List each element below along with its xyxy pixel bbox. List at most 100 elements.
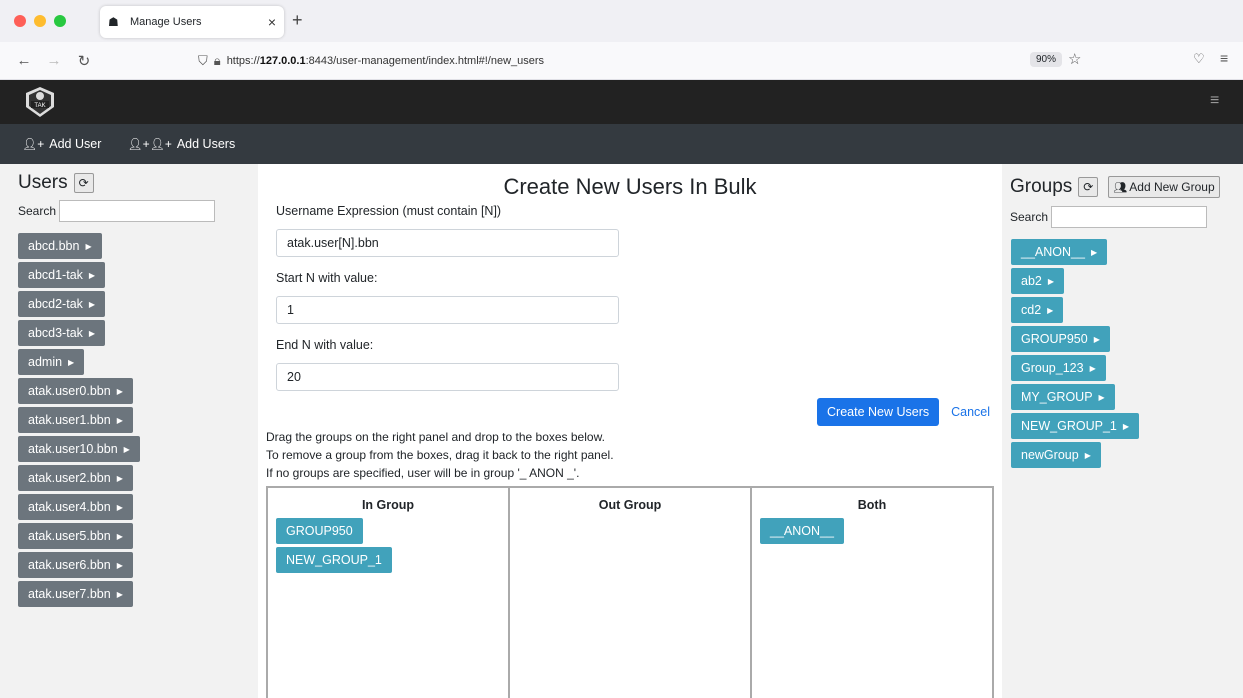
caret-right-icon: ▶: [116, 560, 123, 570]
main-area: Users ⟳ Search abcd.bbn ▶ abcd1-tak ▶ abcd…: [0, 164, 1243, 698]
users-search-input[interactable]: [59, 200, 216, 222]
users-search: Search: [18, 200, 258, 222]
out-group-title: Out Group: [598, 498, 662, 512]
user-item[interactable]: abcd3-tak ▶: [18, 320, 106, 346]
groups-header: Groups ⟳ 👥︎ Add New Group: [1010, 176, 1243, 198]
group-drop-boxes: In Group GROUP950 NEW_GROUP_1 Out Group …: [266, 486, 994, 698]
user-item-label: atak.user1.bbn: [28, 413, 111, 427]
username-expression-label: Username Expression (must contain [N]): [276, 204, 502, 218]
in-group-dropzone[interactable]: In Group GROUP950 NEW_GROUP_1: [268, 488, 510, 698]
drag-instructions: Drag the groups on the right panel and d…: [266, 428, 614, 482]
instruction-line: If no groups are specified, user will be…: [266, 466, 580, 480]
group-item-label: MY_GROUP: [1021, 390, 1093, 404]
lock-icon[interactable]: 🔒︎: [214, 53, 221, 69]
both-group-chip[interactable]: __ANON__: [760, 518, 844, 544]
reload-icon[interactable]: ↻: [72, 52, 96, 70]
user-item-label: atak.user10.bbn: [28, 442, 118, 456]
user-item-label: abcd1-tak: [28, 268, 83, 282]
app-subnav: 👤︎+ Add User 👤︎+👤︎+ Add Users: [0, 124, 1243, 164]
create-new-users-button[interactable]: Create New Users: [817, 398, 940, 426]
caret-right-icon: ▶: [88, 299, 96, 309]
users-search-label: Search: [18, 204, 57, 218]
user-item[interactable]: atak.user5.bbn ▶: [18, 523, 133, 549]
back-arrow-icon[interactable]: ←: [12, 52, 36, 69]
both-items: __ANON__: [760, 518, 992, 544]
start-n-input[interactable]: 1: [276, 296, 619, 324]
user-item-label: atak.user2.bbn: [28, 471, 111, 485]
cancel-link[interactable]: Cancel: [951, 405, 990, 419]
group-item[interactable]: ab2 ▶: [1011, 268, 1065, 294]
user-item[interactable]: admin ▶: [18, 349, 85, 375]
page-title: Create New Users In Bulk: [503, 174, 757, 199]
bookmark-star-icon[interactable]: ☆: [1068, 50, 1081, 68]
in-group-chip[interactable]: GROUP950: [276, 518, 363, 544]
user-item[interactable]: abcd1-tak ▶: [18, 262, 106, 288]
out-group-dropzone[interactable]: Out Group: [510, 488, 752, 698]
tak-logo-icon[interactable]: TAK: [22, 85, 58, 119]
users-plus-icon: 👤︎+👤︎+: [127, 137, 172, 151]
new-tab-button[interactable]: +: [292, 10, 303, 31]
url-bar[interactable]: ⛉ 🔒︎ https://127.0.0.1:8443/user-managem…: [198, 46, 1090, 76]
user-item[interactable]: atak.user2.bbn ▶: [18, 465, 133, 491]
tab-close-icon[interactable]: ×: [268, 14, 276, 30]
group-item[interactable]: MY_GROUP ▶: [1011, 384, 1115, 410]
both-dropzone[interactable]: Both __ANON__: [752, 488, 992, 698]
caret-right-icon: ▶: [85, 241, 92, 251]
browser-tab[interactable]: ☗ Manage Users ×: [100, 6, 284, 38]
url-path: :8443/user-management/index.html#!/new_u…: [305, 55, 545, 67]
groups-refresh-icon[interactable]: ⟳: [1078, 177, 1099, 197]
users-icon: 👥︎: [1113, 181, 1128, 194]
add-new-group-label: Add New Group: [1129, 180, 1215, 194]
user-item[interactable]: atak.user6.bbn ▶: [18, 552, 133, 578]
user-item-label: atak.user5.bbn: [28, 529, 111, 543]
nav-add-user-label: Add User: [49, 137, 102, 151]
user-item-label: atak.user4.bbn: [28, 500, 111, 514]
user-item[interactable]: atak.user1.bbn ▶: [18, 407, 133, 433]
caret-right-icon: ▶: [1090, 247, 1098, 257]
bulk-create-form: Create New Users In Bulk Username Expres…: [258, 164, 1002, 698]
close-window-button[interactable]: [14, 15, 26, 27]
nav-add-users-label: Add Users: [176, 137, 236, 151]
caret-right-icon: ▶: [116, 473, 123, 483]
groups-search-input[interactable]: [1051, 206, 1208, 228]
username-expression-input[interactable]: atak.user[N].bbn: [276, 229, 619, 257]
user-item[interactable]: atak.user7.bbn ▶: [18, 581, 133, 607]
user-item-label: atak.user0.bbn: [28, 384, 111, 398]
users-refresh-icon[interactable]: ⟳: [73, 173, 94, 193]
group-item[interactable]: newGroup ▶: [1011, 442, 1101, 468]
nav-add-user[interactable]: 👤︎+ Add User: [22, 137, 101, 151]
group-item[interactable]: NEW_GROUP_1 ▶: [1011, 413, 1140, 439]
window-controls: [0, 15, 96, 27]
user-item[interactable]: atak.user4.bbn ▶: [18, 494, 133, 520]
group-item-label: newGroup: [1021, 448, 1079, 462]
logo-text: TAK: [34, 103, 45, 109]
user-item[interactable]: abcd.bbn ▶: [18, 233, 102, 259]
minimize-window-button[interactable]: [34, 15, 46, 27]
nav-add-users[interactable]: 👤︎+👤︎+ Add Users: [127, 137, 235, 151]
group-item[interactable]: __ANON__ ▶: [1011, 239, 1108, 265]
group-item[interactable]: Group_123 ▶: [1011, 355, 1106, 381]
pocket-icon[interactable]: ♡: [1193, 51, 1205, 67]
users-title: Users: [18, 172, 68, 193]
user-item[interactable]: atak.user0.bbn ▶: [18, 378, 133, 404]
maximize-window-button[interactable]: [54, 15, 66, 27]
groups-panel: Groups ⟳ 👥︎ Add New Group Search __ANON_…: [1002, 164, 1243, 698]
forward-arrow-icon[interactable]: →: [42, 52, 66, 69]
shield-icon[interactable]: ⛉: [198, 53, 208, 69]
group-list: __ANON__ ▶ ab2 ▶ cd2 ▶ GROUP950 ▶ Group_123 ▶…: [1011, 239, 1243, 468]
caret-right-icon: ▶: [1093, 334, 1100, 344]
zoom-level[interactable]: 90%: [1030, 52, 1063, 67]
add-new-group-button[interactable]: 👥︎ Add New Group: [1108, 176, 1220, 198]
in-group-chip[interactable]: NEW_GROUP_1: [276, 547, 392, 573]
user-item[interactable]: atak.user10.bbn ▶: [18, 436, 140, 462]
end-n-input[interactable]: 20: [276, 363, 619, 391]
user-item-label: atak.user6.bbn: [28, 558, 111, 572]
group-item-label: NEW_GROUP_1: [1021, 419, 1117, 433]
group-item-label: ab2: [1021, 274, 1042, 288]
group-item[interactable]: GROUP950 ▶: [1011, 326, 1110, 352]
browser-menu-icon[interactable]: ≡: [1220, 50, 1228, 66]
hamburger-menu-icon[interactable]: ≡: [1210, 92, 1219, 110]
caret-right-icon: ▶: [1098, 392, 1105, 402]
group-item[interactable]: cd2 ▶: [1011, 297, 1064, 323]
user-item[interactable]: abcd2-tak ▶: [18, 291, 106, 317]
